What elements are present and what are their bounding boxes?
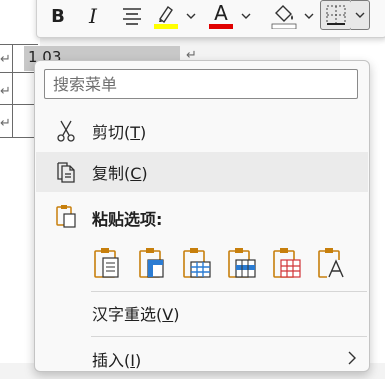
scissors-icon (54, 119, 78, 143)
mini-toolbar: B I A (36, 0, 385, 38)
paste-text-only-icon[interactable] (317, 245, 347, 281)
menu-item-label: 剪切(T) (92, 123, 147, 142)
chevron-down-icon[interactable] (240, 1, 252, 31)
bold-button[interactable]: B (47, 1, 69, 31)
cell-end-mark: ↵ (0, 52, 11, 67)
context-menu: 剪切(T) 复制(C) 粘贴选项: (34, 60, 370, 372)
menu-item-cut[interactable]: 剪切(T) (36, 111, 368, 151)
paste-overwrite-cells-icon[interactable] (272, 245, 302, 281)
chevron-down-icon[interactable] (185, 1, 197, 31)
menu-divider (91, 291, 367, 292)
menu-item-label: 插入(I) (92, 351, 142, 370)
cell-end-mark: ↵ (0, 116, 11, 131)
table-border (0, 72, 38, 73)
chevron-right-icon (348, 350, 356, 369)
paste-icon (54, 203, 78, 229)
font-color-button[interactable]: A (207, 1, 235, 31)
paste-options-header: 粘贴选项: (36, 198, 368, 234)
table-border (0, 44, 38, 45)
menu-item-copy[interactable]: 复制(C) (36, 152, 368, 192)
align-icon[interactable] (119, 1, 145, 31)
font-color-letter: A (214, 1, 228, 25)
paste-merge-table-icon[interactable] (137, 245, 167, 281)
menu-divider (91, 336, 367, 337)
cell-end-mark: ↵ (0, 84, 11, 99)
borders-icon[interactable] (320, 0, 352, 30)
copy-icon (54, 160, 78, 184)
paste-options-label: 粘贴选项: (92, 210, 163, 229)
highlight-color-swatch (154, 24, 178, 29)
menu-item-label: 复制(C) (92, 164, 148, 183)
italic-button[interactable]: I (83, 1, 103, 31)
table-border (0, 137, 38, 138)
chevron-down-icon[interactable] (351, 0, 370, 30)
table-border (12, 44, 13, 138)
font-color-swatch (209, 24, 233, 29)
paste-nest-table-icon[interactable] (182, 245, 212, 281)
menu-item-label: 汉字重选(V) (92, 305, 180, 324)
menu-item-insert[interactable]: 插入(I) (36, 339, 368, 379)
highlight-icon[interactable] (151, 1, 181, 31)
chevron-down-icon[interactable] (303, 1, 315, 31)
paste-insert-rows-icon[interactable] (227, 245, 257, 281)
paste-keep-source-icon[interactable] (92, 245, 122, 281)
search-menu-input[interactable] (44, 69, 358, 99)
table-border (0, 104, 38, 105)
menu-item-reselect[interactable]: 汉字重选(V) (36, 293, 368, 333)
shading-icon[interactable] (269, 1, 299, 31)
